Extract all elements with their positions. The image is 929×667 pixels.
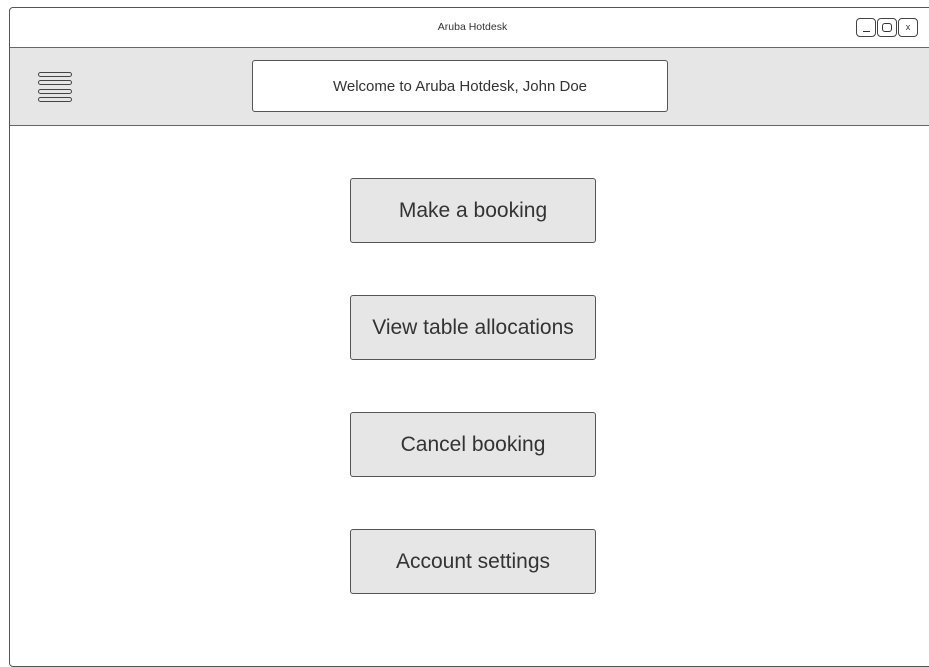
account-settings-label: Account settings [395,549,551,573]
cancel-booking-button[interactable]: Cancel booking [350,412,596,477]
header-bar: Welcome to Aruba Hotdesk, John Doe [10,48,929,126]
welcome-text: Welcome to Aruba Hotdesk, John Doe [332,77,588,95]
maximize-icon [882,23,892,32]
welcome-banner: Welcome to Aruba Hotdesk, John Doe [252,60,668,112]
account-settings-button[interactable]: Account settings [350,529,596,594]
window-controls: x [856,18,918,37]
hamburger-line [38,88,72,94]
maximize-button[interactable] [877,18,897,37]
close-button[interactable]: x [898,18,918,37]
title-bar: Aruba Hotdesk x [10,8,929,48]
cancel-booking-label: Cancel booking [400,432,546,456]
minimize-icon [862,30,870,32]
hamburger-menu-icon[interactable] [38,72,72,102]
view-table-allocations-button[interactable]: View table allocations [350,295,596,360]
hamburger-line [38,96,72,102]
hamburger-line [38,80,72,86]
minimize-button[interactable] [856,18,876,37]
close-icon: x [905,22,911,32]
app-window: Aruba Hotdesk x Welcome to Aruba Hotdesk… [9,7,929,667]
make-booking-button[interactable]: Make a booking [350,178,596,243]
hamburger-line [38,72,72,77]
make-booking-label: Make a booking [398,198,548,222]
view-table-allocations-label: View table allocations [372,315,574,339]
window-title: Aruba Hotdesk [437,21,508,33]
